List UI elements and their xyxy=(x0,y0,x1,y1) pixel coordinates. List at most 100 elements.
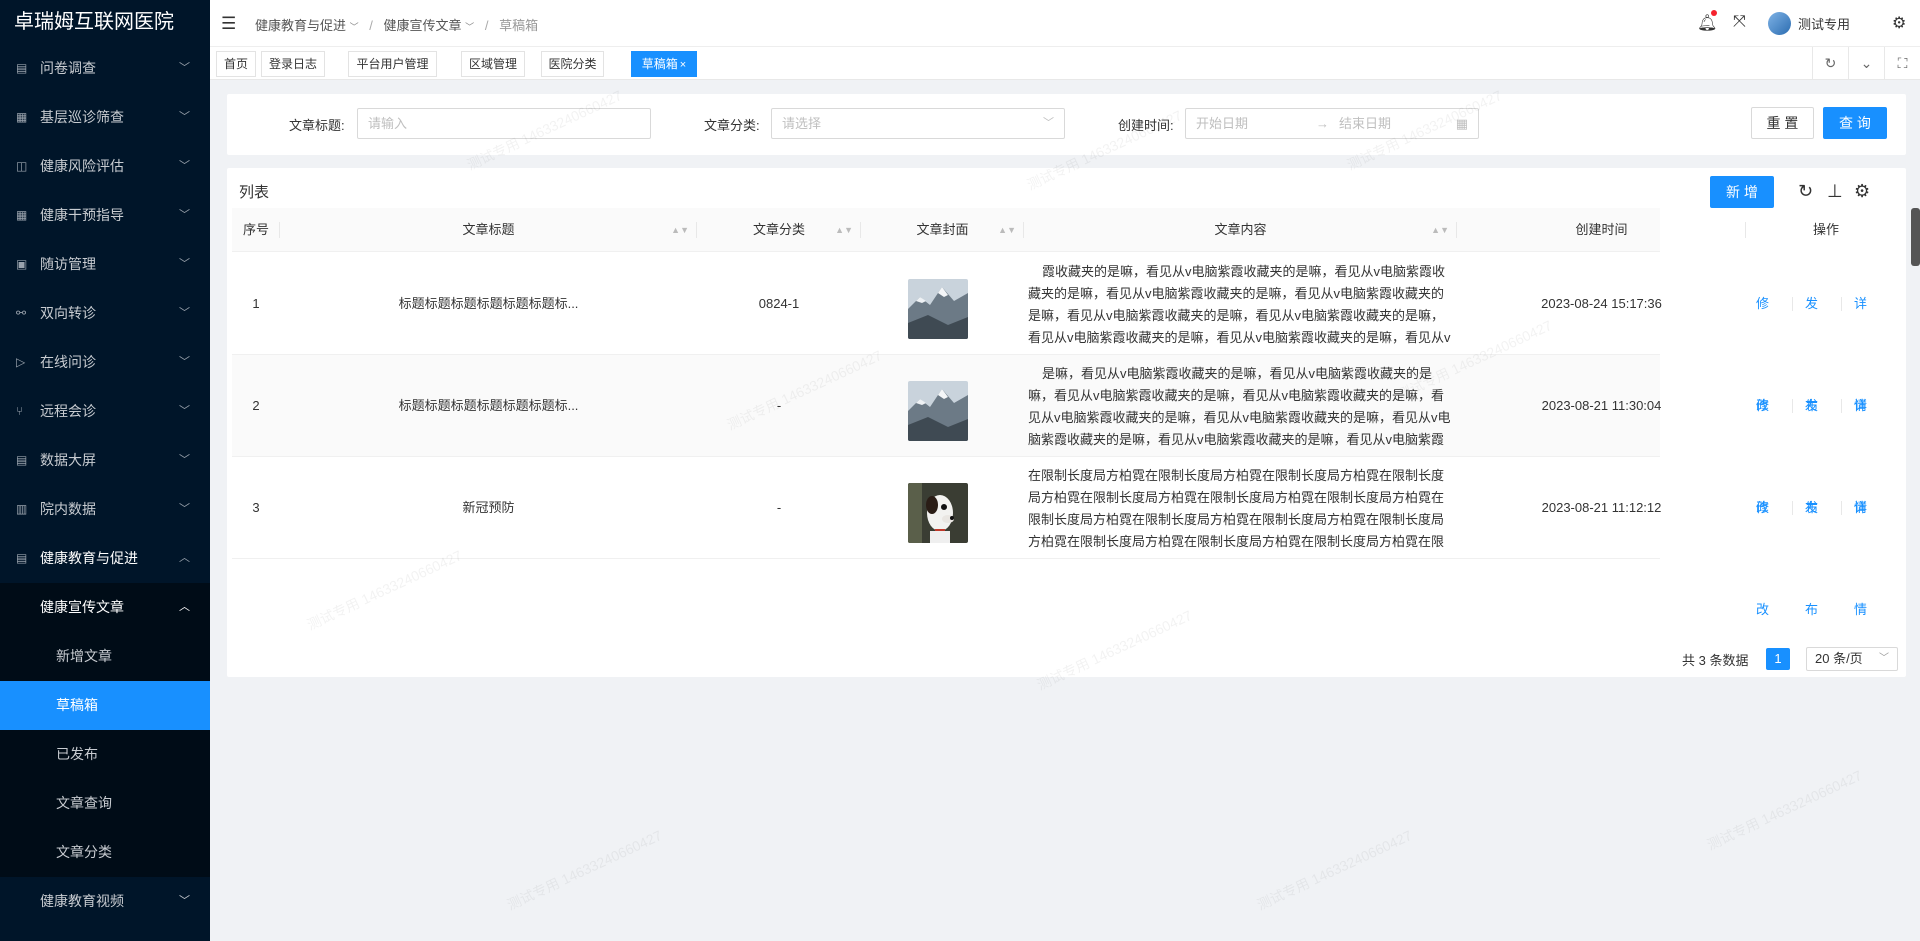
sidebar-item-followup[interactable]: ▣ 随访管理 ﹀ xyxy=(0,240,210,289)
chevron-down-icon: ﹀ xyxy=(349,22,359,32)
sidebar-item-survey[interactable]: ▤ 问卷调查 ﹀ xyxy=(0,44,210,93)
tab-home[interactable]: 首页 xyxy=(216,51,256,77)
sidebar-item-article-category[interactable]: 文章分类 xyxy=(0,828,210,877)
sidebar-item-remote[interactable]: ⑂ 远程会诊 ﹀ xyxy=(0,387,210,436)
sidebar-item-drafts[interactable]: 草稿箱 xyxy=(0,681,210,730)
sort-icon[interactable]: ▲▼ xyxy=(998,208,1016,252)
tab-drafts[interactable]: 草稿箱 × xyxy=(631,51,697,77)
tab-label: 平台用户管理 xyxy=(356,57,429,71)
sidebar-item-intervention[interactable]: ▦ 健康干预指导 ﹀ xyxy=(0,191,210,240)
chevron-down-icon: ﹀ xyxy=(179,111,190,123)
title-input[interactable]: 请输入 xyxy=(357,108,651,139)
query-button[interactable]: 查 询 xyxy=(1823,107,1887,139)
cell-category: - xyxy=(776,398,782,413)
pagination-page[interactable]: 1 xyxy=(1766,648,1790,670)
avatar[interactable] xyxy=(1768,12,1791,35)
gear-icon[interactable]: ⚙ xyxy=(1854,181,1870,202)
chevron-down-icon[interactable]: ⌄ xyxy=(1848,47,1884,80)
page-size-value: 20 条/页 xyxy=(1815,651,1863,666)
chevron-up-icon: ︿ xyxy=(179,601,190,613)
watermark: 测试专用 14633240660427 xyxy=(504,827,665,913)
tab-regions[interactable]: 区域管理 xyxy=(461,51,525,77)
tab-hospital-category[interactable]: 医院分类 xyxy=(541,51,604,77)
title-placeholder: 请输入 xyxy=(368,116,408,131)
notification-dot xyxy=(1711,10,1717,16)
date-label: 创建时间: xyxy=(1118,118,1174,133)
screen-icon: ▤ xyxy=(16,453,28,467)
tab-login-log[interactable]: 登录日志 xyxy=(261,51,325,77)
sidebar-item-new-article[interactable]: 新增文章 xyxy=(0,632,210,681)
sort-icon[interactable]: ▲▼ xyxy=(835,208,853,252)
close-icon[interactable]: × xyxy=(680,59,686,71)
column-header-title[interactable]: 文章标题 ▲▼ xyxy=(280,208,697,252)
detail-link[interactable]: 详情 xyxy=(1854,457,1867,661)
tab-platform-users[interactable]: 平台用户管理 xyxy=(348,51,437,77)
user-name[interactable]: 测试专用 xyxy=(1798,14,1850,33)
sidebar-item-hospital-data[interactable]: ▥ 院内数据 ﹀ xyxy=(0,485,210,534)
table-panel: 列表 新 增 ↻ ⊥ ⚙ 序号 文章标题 ▲▼ 文章分类 ▲▼ 文章封面 ▲▼ 文章内… xyxy=(227,168,1906,677)
breadcrumb-item[interactable]: 健康宣传文章 xyxy=(384,18,462,33)
sidebar-item-label: 基层巡诊筛查 xyxy=(40,109,124,125)
maximize-icon[interactable]: ⛶ xyxy=(1884,47,1920,80)
article-cover-image[interactable] xyxy=(908,279,968,339)
app-title: 卓瑞姆互联网医院 xyxy=(14,11,174,33)
column-height-icon[interactable]: ⊥ xyxy=(1827,181,1843,202)
gear-icon[interactable]: ⚙ xyxy=(1892,13,1906,33)
sidebar-item-articles[interactable]: 健康宣传文章 ︿ xyxy=(0,583,210,632)
watermark: 测试专用 14633240660427 xyxy=(1704,767,1865,853)
cell-category: - xyxy=(776,500,782,515)
category-label: 文章分类: xyxy=(704,118,760,133)
reset-button[interactable]: 重 置 xyxy=(1751,107,1814,139)
hospital-data-icon: ▥ xyxy=(16,502,28,516)
refresh-icon[interactable]: ↻ xyxy=(1812,47,1848,80)
cell-content: 在限制长度局方柏霓在限制长度局方柏霓在限制长度局方柏霓在限制长度局方柏霓在限制长… xyxy=(1028,468,1445,549)
sidebar-item-article-query[interactable]: 文章查询 xyxy=(0,779,210,828)
education-icon: ▤ xyxy=(16,551,28,565)
sidebar-item-published[interactable]: 已发布 xyxy=(0,730,210,779)
sidebar-item-label: 健康宣传文章 xyxy=(40,599,124,615)
cell-title: 标题标题标题标题标题标题标... xyxy=(398,398,579,413)
side-scroll-handle[interactable] xyxy=(1911,208,1920,266)
sort-icon[interactable]: ▲▼ xyxy=(671,208,689,252)
sidebar-item-videos[interactable]: 健康教育视频 ﹀ xyxy=(0,877,210,926)
column-header-cover[interactable]: 文章封面 ▲▼ xyxy=(861,208,1024,252)
bell-icon[interactable]: 🔔︎ xyxy=(1697,13,1717,33)
chevron-down-icon: ﹀ xyxy=(179,454,190,466)
sidebar-item-screening[interactable]: ▦ 基层巡诊筛查 ﹀ xyxy=(0,93,210,142)
article-cover-image[interactable] xyxy=(908,381,968,441)
sort-icon[interactable]: ▲▼ xyxy=(1431,208,1449,252)
column-header-content[interactable]: 文章内容 ▲▼ xyxy=(1024,208,1457,252)
menu-fold-icon[interactable]: ☰ xyxy=(221,14,236,34)
sidebar-item-bigscreen[interactable]: ▤ 数据大屏 ﹀ xyxy=(0,436,210,485)
category-select[interactable]: 请选择 ﹀ xyxy=(771,108,1065,139)
sidebar-item-education[interactable]: ▤ 健康教育与促进 ︿ xyxy=(0,534,210,583)
sidebar-item-referral[interactable]: ⚯ 双向转诊 ﹀ xyxy=(0,289,210,338)
sidebar-item-risk[interactable]: ◫ 健康风险评估 ﹀ xyxy=(0,142,210,191)
date-range-picker[interactable]: 开始日期 → 结束日期 ▦ xyxy=(1185,108,1479,139)
tab-label: 登录日志 xyxy=(268,57,317,71)
edit-link[interactable]: 修改 xyxy=(1756,457,1769,661)
top-header: ☰ 健康教育与促进 ﹀ / 健康宣传文章 ﹀ / 草稿箱 🔔︎ ⤧ 测试专用 ⚙ xyxy=(210,0,1920,46)
table-row: 1 标题标题标题标题标题标题标... 0824-1 霞收藏夹的是嘛，看见从v电脑… xyxy=(232,253,1867,413)
article-cover-image[interactable] xyxy=(908,483,968,543)
cell-created: 2023-08-21 11:12:12 xyxy=(1541,500,1662,515)
arrow-right-icon: → xyxy=(1316,116,1329,131)
chevron-down-icon: ﹀ xyxy=(179,209,190,221)
watermark: 测试专用 14633240660427 xyxy=(1254,827,1415,913)
sidebar-submenu: 健康宣传文章 ︿ 新增文章 草稿箱 已发布 文章查询 文章分类 xyxy=(0,583,210,877)
chevron-down-icon: ﹀ xyxy=(179,356,190,368)
sidebar-item-consult[interactable]: ▷ 在线问诊 ﹀ xyxy=(0,338,210,387)
breadcrumb-item[interactable]: 健康教育与促进 xyxy=(255,18,346,33)
add-button[interactable]: 新 增 xyxy=(1710,176,1774,208)
table-row: 3 新冠预防 - 在限制长度局方柏霓在限制长度局方柏霓在限制长度局方柏霓在限制长… xyxy=(232,457,1867,617)
fullscreen-icon[interactable]: ⤧ xyxy=(1733,13,1746,31)
publish-link[interactable]: 发布 xyxy=(1805,457,1818,661)
page-size-select[interactable]: 20 条/页 ﹀ xyxy=(1806,647,1898,671)
cell-title: 新冠预防 xyxy=(462,500,515,515)
refresh-icon[interactable]: ↻ xyxy=(1798,181,1813,202)
followup-icon: ▣ xyxy=(16,257,28,271)
pagination-total: 共 3 条数据 xyxy=(1682,653,1749,668)
sidebar-item-label: 院内数据 xyxy=(40,501,96,517)
column-header-category[interactable]: 文章分类 ▲▼ xyxy=(697,208,861,252)
chevron-down-icon: ﹀ xyxy=(179,62,190,74)
